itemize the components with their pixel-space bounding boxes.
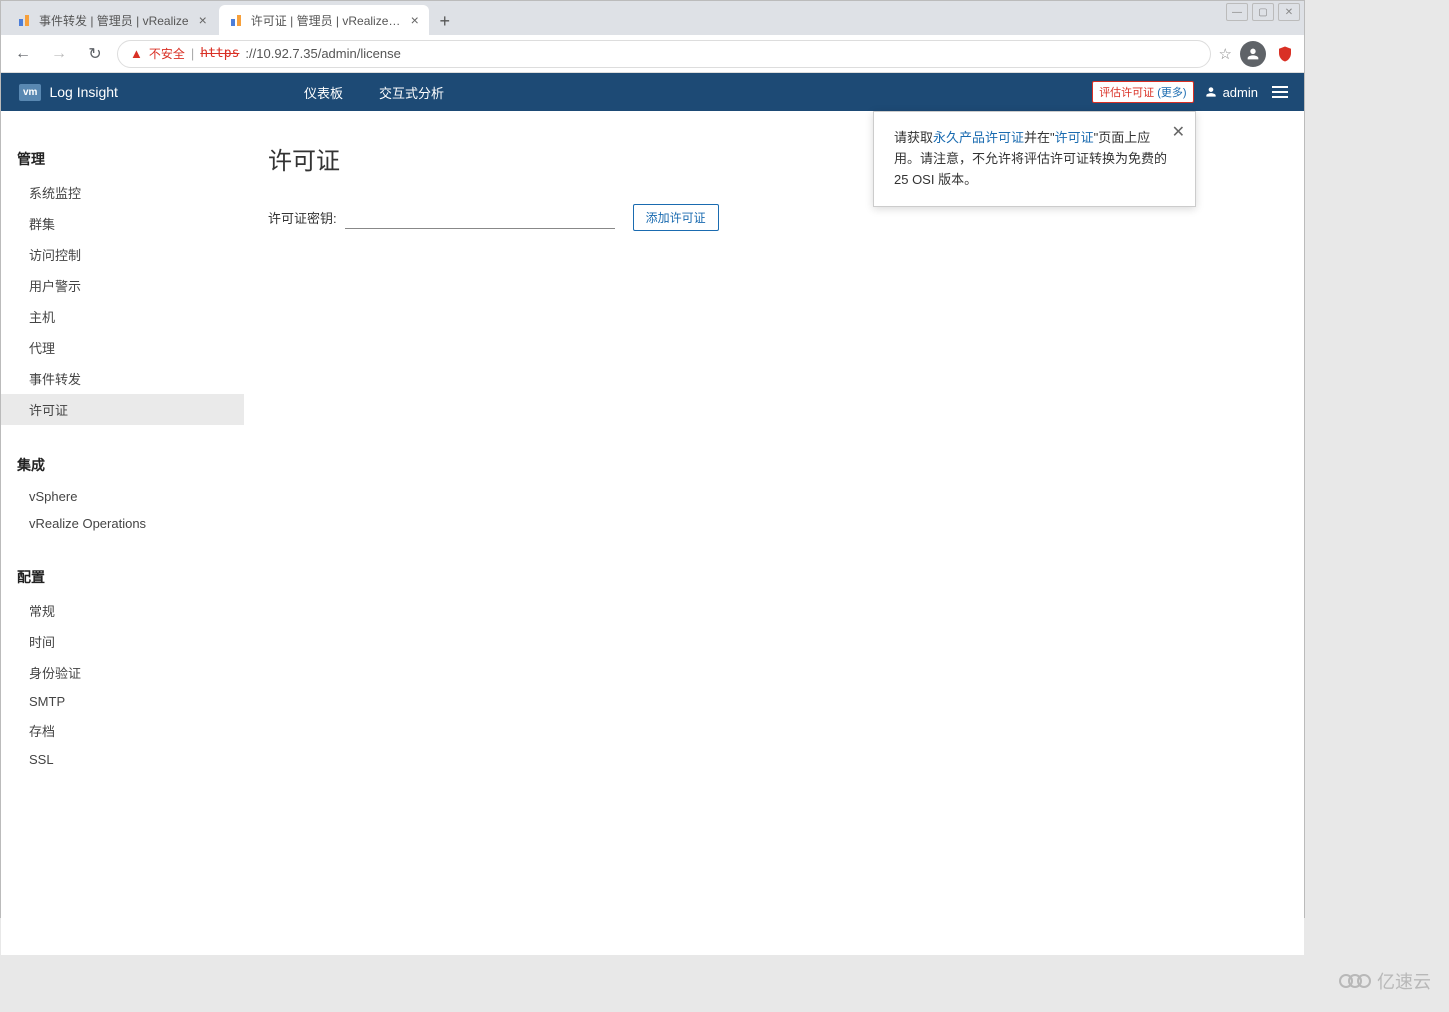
license-tooltip: ✕ 请获取永久产品许可证并在"许可证"页面上应用。请注意，不允许将评估许可证转换… xyxy=(873,111,1196,207)
license-key-input[interactable] xyxy=(345,207,615,229)
tab-favicon-icon xyxy=(17,12,33,28)
sidebar-item[interactable]: 访问控制 xyxy=(1,239,244,270)
add-license-button[interactable]: 添加许可证 xyxy=(633,204,719,231)
top-nav-dashboard[interactable]: 仪表板 xyxy=(286,73,361,111)
product-name: Log Insight xyxy=(49,84,118,100)
bookmark-star-icon[interactable]: ☆ xyxy=(1219,45,1232,63)
tooltip-link-license[interactable]: 许可证 xyxy=(1055,130,1094,145)
tooltip-text: 请获取 xyxy=(894,130,933,145)
watermark-icon xyxy=(1339,974,1371,988)
sidebar-item[interactable]: 身份验证 xyxy=(1,657,244,688)
extension-button[interactable] xyxy=(1274,43,1296,65)
nav-forward-button[interactable]: → xyxy=(45,40,73,68)
license-badge[interactable]: 评估许可证 (更多) xyxy=(1092,81,1193,103)
tooltip-text: 并在" xyxy=(1024,130,1055,145)
browser-tab-1[interactable]: 许可证 | 管理员 | vRealize Lo × xyxy=(219,5,429,35)
sidebar-section-title: 集成 xyxy=(1,447,244,483)
tab-close-icon[interactable]: × xyxy=(411,12,419,28)
license-key-label: 许可证密钥: xyxy=(268,208,337,227)
sidebar-item[interactable]: 用户警示 xyxy=(1,270,244,301)
sidebar-item[interactable]: vSphere xyxy=(1,483,244,510)
license-badge-more: (更多) xyxy=(1157,87,1186,99)
profile-button[interactable] xyxy=(1240,41,1266,67)
hamburger-menu[interactable] xyxy=(1268,82,1292,102)
sidebar-item[interactable]: 事件转发 xyxy=(1,363,244,394)
app-header: vm Log Insight 仪表板 交互式分析 评估许可证 (更多) admi… xyxy=(1,73,1304,111)
sidebar-item[interactable]: 常规 xyxy=(1,595,244,626)
content-area: 许可证 许可证密钥: 添加许可证 xyxy=(244,111,1304,955)
product-logo[interactable]: vm Log Insight xyxy=(1,84,136,101)
vm-badge: vm xyxy=(19,84,41,101)
top-nav-interactive[interactable]: 交互式分析 xyxy=(361,73,462,111)
sidebar-section-title: 管理 xyxy=(1,141,244,177)
sidebar-section-title: 配置 xyxy=(1,559,244,595)
sidebar-item[interactable]: vRealize Operations xyxy=(1,510,244,537)
user-menu[interactable]: admin xyxy=(1204,85,1258,100)
person-icon xyxy=(1245,46,1261,62)
shield-icon xyxy=(1276,45,1294,63)
top-nav: 仪表板 交互式分析 xyxy=(286,73,462,111)
license-badge-text: 评估许可证 xyxy=(1099,87,1154,99)
watermark: 亿速云 xyxy=(1339,968,1431,994)
tab-close-icon[interactable]: × xyxy=(199,12,207,28)
sidebar-item[interactable]: 主机 xyxy=(1,301,244,332)
insecure-label: 不安全 xyxy=(149,45,185,62)
url-bar[interactable]: ▲ 不安全 | https ://10.92.7.35/admin/license xyxy=(117,40,1211,68)
person-icon xyxy=(1204,85,1218,99)
nav-bar: ← → ↻ ▲ 不安全 | https ://10.92.7.35/admin/l… xyxy=(1,35,1304,73)
window-minimize[interactable]: — xyxy=(1226,3,1248,21)
sidebar-item[interactable]: 群集 xyxy=(1,208,244,239)
sidebar: 管理系统监控群集访问控制用户警示主机代理事件转发许可证集成vSpherevRea… xyxy=(1,111,244,955)
url-separator: | xyxy=(191,46,194,61)
new-tab-button[interactable]: + xyxy=(431,7,459,35)
tab-favicon-icon xyxy=(229,12,245,28)
tooltip-close-button[interactable]: ✕ xyxy=(1172,120,1185,146)
tab-strip: 事件转发 | 管理员 | vRealize × 许可证 | 管理员 | vRea… xyxy=(1,1,1304,35)
sidebar-item[interactable]: SMTP xyxy=(1,688,244,715)
url-scheme: https xyxy=(200,46,239,61)
sidebar-item[interactable]: SSL xyxy=(1,746,244,773)
tab-title: 许可证 | 管理员 | vRealize Lo xyxy=(251,12,401,29)
window-maximize[interactable]: ▢ xyxy=(1252,3,1274,21)
tab-title: 事件转发 | 管理员 | vRealize xyxy=(39,12,189,29)
sidebar-item[interactable]: 存档 xyxy=(1,715,244,746)
watermark-text: 亿速云 xyxy=(1377,968,1431,994)
sidebar-item[interactable]: 系统监控 xyxy=(1,177,244,208)
insecure-warning-icon: ▲ xyxy=(130,46,143,61)
sidebar-item[interactable]: 许可证 xyxy=(1,394,244,425)
license-form-row: 许可证密钥: 添加许可证 xyxy=(268,204,1280,231)
sidebar-item[interactable]: 时间 xyxy=(1,626,244,657)
window-close[interactable]: ✕ xyxy=(1278,3,1300,21)
user-name: admin xyxy=(1223,85,1258,100)
url-text: ://10.92.7.35/admin/license xyxy=(245,46,400,62)
browser-tab-0[interactable]: 事件转发 | 管理员 | vRealize × xyxy=(7,5,217,35)
tooltip-link-product[interactable]: 永久产品许可证 xyxy=(933,130,1024,145)
sidebar-item[interactable]: 代理 xyxy=(1,332,244,363)
nav-back-button[interactable]: ← xyxy=(9,40,37,68)
nav-reload-button[interactable]: ↻ xyxy=(81,40,109,68)
